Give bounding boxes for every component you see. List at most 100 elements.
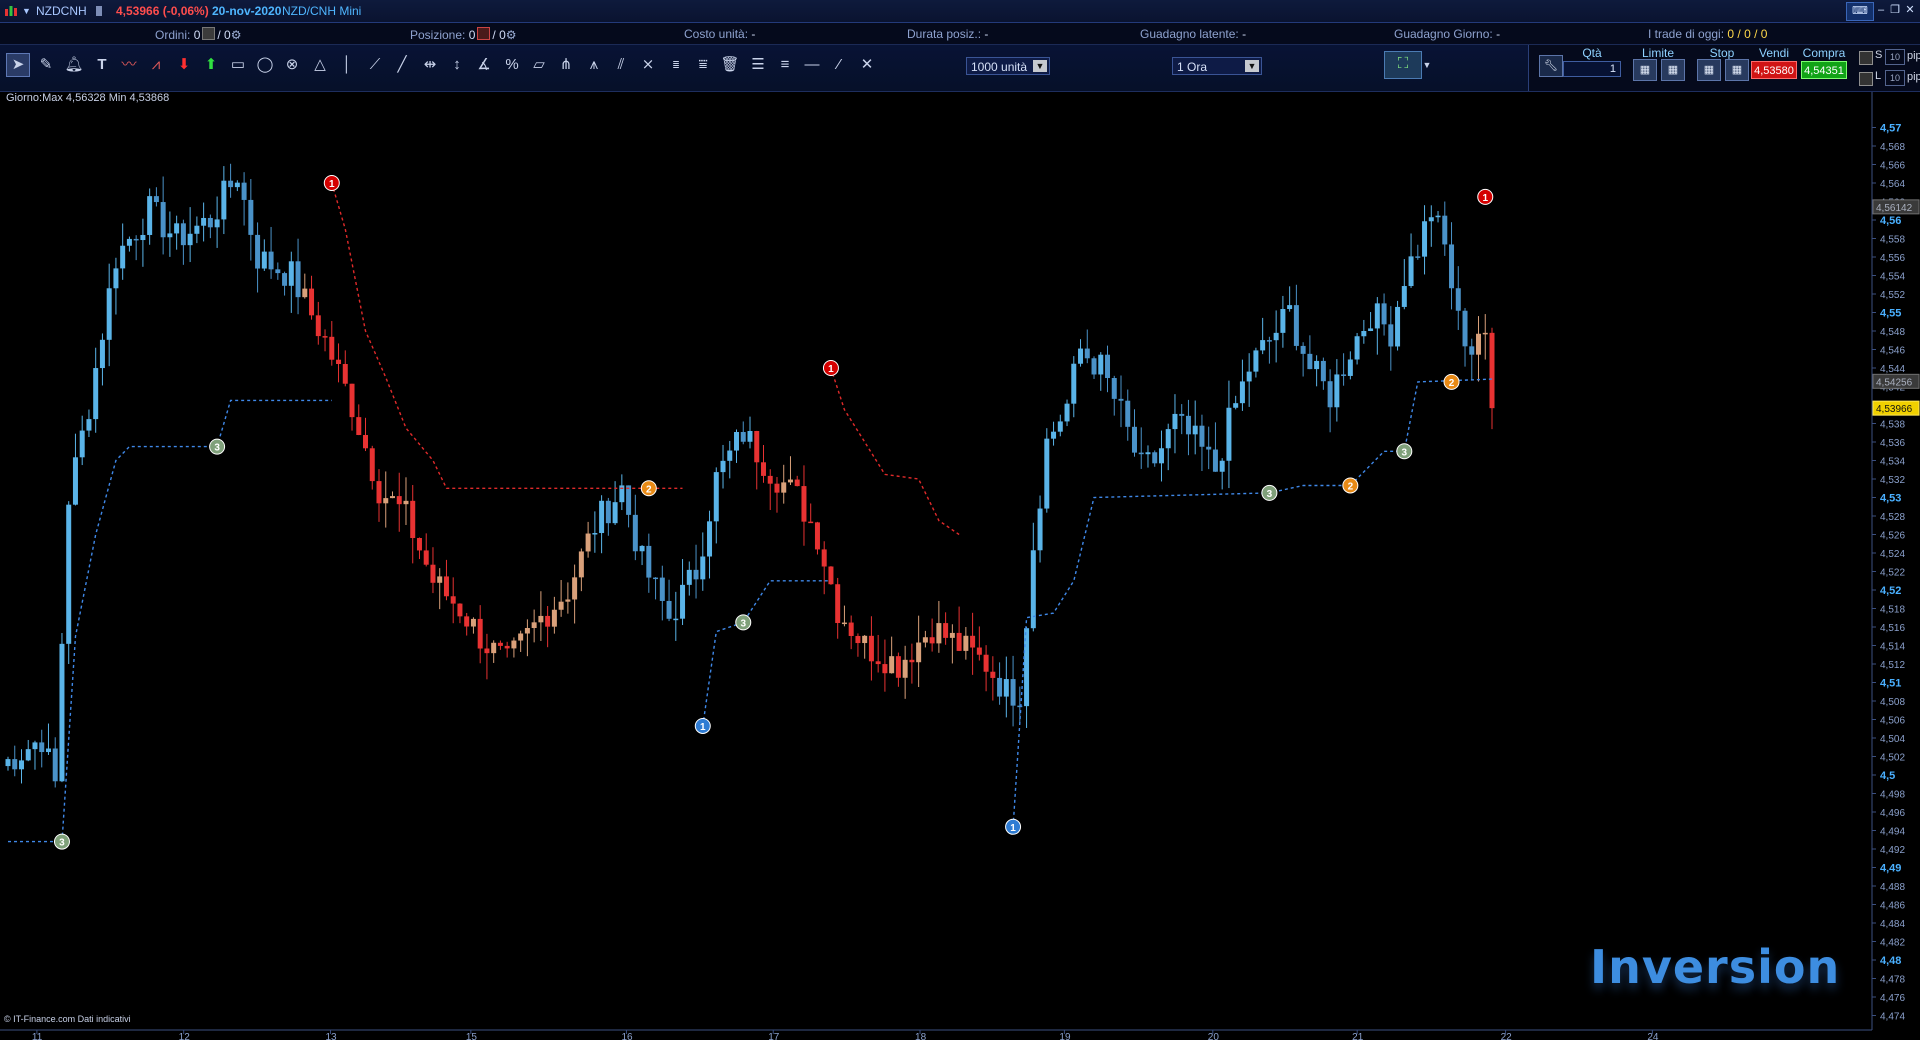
candle <box>1374 297 1380 355</box>
horizontal-line-tool-icon[interactable]: — <box>800 53 824 77</box>
delete-tool-icon[interactable]: 🗑︎ <box>718 53 742 77</box>
candle <box>1199 414 1205 472</box>
candle <box>639 545 645 566</box>
indicators-menu-icon[interactable]: ⛶ <box>1384 51 1422 79</box>
y-tick-label: 4,55 <box>1880 308 1901 320</box>
candle-body <box>1105 354 1111 379</box>
fan-tool-icon[interactable]: ⩚ <box>582 53 606 77</box>
candle <box>336 343 342 383</box>
chevron-down-icon[interactable]: ▼ <box>1033 60 1047 72</box>
candle-body <box>639 545 645 552</box>
chevron-down-icon[interactable]: ▼ <box>1420 53 1434 77</box>
stop-buy-button[interactable]: ▦ <box>1697 59 1721 81</box>
arrow-down-tool-icon[interactable]: ⬇ <box>172 53 196 77</box>
position-close-icon[interactable] <box>477 27 491 40</box>
ray-tool-icon[interactable]: ╱ <box>390 53 414 77</box>
units-select[interactable]: 1000 unità ▼ <box>966 57 1050 75</box>
vertical-line-tool-icon[interactable]: │ <box>335 53 359 77</box>
candle-body <box>659 577 665 601</box>
orders-label: Ordini: <box>155 28 191 42</box>
list-tool-icon[interactable]: ☰ <box>746 53 770 77</box>
symbol-name[interactable]: NZDCNH <box>36 4 87 18</box>
sell-button[interactable]: 4,53580 <box>1751 61 1797 79</box>
symbol-chart-icon[interactable] <box>4 4 18 17</box>
y-tick-label: 4,486 <box>1880 901 1905 912</box>
stoploss-checkbox[interactable] <box>1859 51 1873 65</box>
keyboard-icon[interactable]: ⌨ <box>1846 2 1874 21</box>
x-tick-label: 20 <box>1208 1032 1220 1040</box>
buy-button[interactable]: 4,54351 <box>1801 61 1847 79</box>
signal-marker-label: 3 <box>1267 489 1273 500</box>
pencil-tool-icon[interactable]: ✎ <box>34 53 58 77</box>
minimize-icon[interactable]: – <box>1875 2 1887 19</box>
candle-body <box>1395 306 1401 347</box>
candle-body <box>693 569 699 580</box>
pointer-tool-icon[interactable]: ➤ <box>6 53 30 77</box>
y-tick-label: 4,53 <box>1880 493 1901 505</box>
angle-tool-icon[interactable]: ∡ <box>472 53 496 77</box>
candle <box>187 207 193 263</box>
vertical-ray-tool-icon[interactable]: ↕ <box>445 53 469 77</box>
price-chart[interactable]: 4,574,5684,5664,5644,5624,564,5584,5564,… <box>0 92 1920 1040</box>
pitchfork-tool-icon[interactable]: ⋔ <box>554 53 578 77</box>
stoploss-pips-input[interactable]: 10 <box>1885 49 1905 65</box>
candle-body <box>882 664 888 674</box>
orders-close-icon[interactable] <box>202 27 216 40</box>
channel-tool-icon[interactable]: ▱ <box>527 53 551 77</box>
symbol-dropdown-icon[interactable]: ▼ <box>22 6 31 16</box>
trendline-tool-icon[interactable]: ⟋ <box>363 53 387 77</box>
crosshair-tool-icon[interactable]: ✕ <box>855 53 879 77</box>
timeframe-select[interactable]: 1 Ora ▼ <box>1172 57 1262 75</box>
settings-wrench-icon[interactable]: 🔧︎ <box>1539 55 1563 77</box>
candle-body <box>1246 371 1252 382</box>
limit-sell-button[interactable]: ▦ <box>1661 59 1685 81</box>
levels-tool-icon[interactable]: ≡ <box>773 53 797 77</box>
candle <box>1084 329 1090 364</box>
chevron-down-icon[interactable]: ▼ <box>1245 60 1259 72</box>
candle-body <box>396 496 402 505</box>
close-icon[interactable]: ✕ <box>1904 2 1916 19</box>
y-tick-label: 4,568 <box>1880 142 1905 153</box>
line-pattern-tool-icon[interactable]: 〰 <box>117 53 141 77</box>
stop-sell-button[interactable]: ▦ <box>1725 59 1749 81</box>
candle-body <box>1300 345 1306 354</box>
text-tool-icon[interactable]: T <box>90 53 114 77</box>
speed-lines-tool-icon[interactable]: ⫽ <box>609 53 633 77</box>
candle <box>774 477 780 513</box>
candle-body <box>207 217 213 228</box>
limit-buy-button[interactable]: ▦ <box>1633 59 1657 81</box>
takeprofit-checkbox[interactable] <box>1859 72 1873 86</box>
horizontal-ray-tool-icon[interactable]: ⇹ <box>418 53 442 77</box>
gann-tool-icon[interactable]: ⨯ <box>636 53 660 77</box>
zigzag-tool-icon[interactable]: ⩘ <box>144 53 168 77</box>
qty-input[interactable]: 1 <box>1563 61 1621 77</box>
candle-body <box>808 521 814 524</box>
percent-tool-icon[interactable]: % <box>500 53 524 77</box>
ellipse-tool-icon[interactable]: ◯ <box>253 53 277 77</box>
position-settings-icon[interactable]: ⚙ <box>506 28 517 42</box>
restore-icon[interactable]: ❐ <box>1889 2 1901 19</box>
candle-body <box>781 482 787 493</box>
alarm-tool-icon[interactable]: 🔔︎ <box>62 53 86 77</box>
signal-marker-label: 3 <box>740 618 746 629</box>
circle-cross-tool-icon[interactable]: ⊗ <box>280 53 304 77</box>
candles <box>5 163 1495 788</box>
candle <box>909 643 915 684</box>
orders-settings-icon[interactable]: ⚙ <box>231 28 242 42</box>
candle-body <box>423 550 429 565</box>
triangle-tool-icon[interactable]: △ <box>308 53 332 77</box>
arrow-up-tool-icon[interactable]: ⬆ <box>199 53 223 77</box>
candlestick-chart[interactable]: 4,574,5684,5664,5644,5624,564,5584,5564,… <box>0 92 1920 1040</box>
takeprofit-pip-label: pip <box>1907 71 1920 83</box>
takeprofit-pips-input[interactable]: 10 <box>1885 70 1905 86</box>
candle <box>835 577 841 639</box>
candle <box>1192 400 1198 455</box>
fibonacci-tool-icon[interactable]: ⩸ <box>691 53 715 77</box>
regression-tool-icon[interactable]: ⁄ <box>827 53 851 77</box>
candle-body <box>760 462 766 476</box>
position-status: Posizione: 0 / 0⚙ <box>410 27 517 42</box>
retracement-tool-icon[interactable]: ≣ <box>664 53 688 77</box>
rectangle-tool-icon[interactable]: ▭ <box>226 53 250 77</box>
candle <box>646 533 652 593</box>
candle <box>713 467 719 544</box>
